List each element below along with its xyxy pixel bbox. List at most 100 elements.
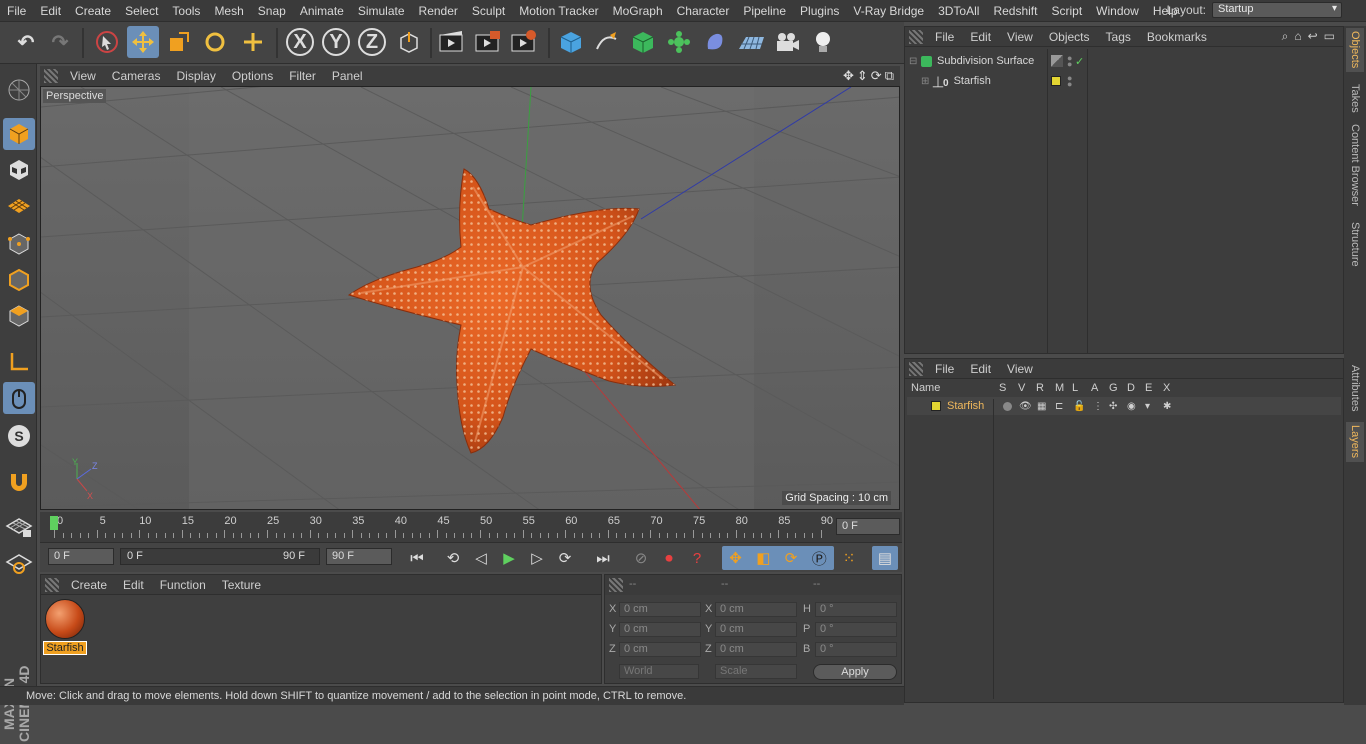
menu-mesh[interactable]: Mesh — [207, 4, 250, 18]
panel-grip-icon[interactable] — [609, 578, 623, 592]
next-frame-icon[interactable]: ▷ — [524, 546, 550, 570]
column-xref[interactable]: X — [1163, 382, 1170, 394]
solo-toggle-icon[interactable] — [1003, 401, 1012, 411]
generator-toggle-icon[interactable]: ✣ — [1109, 401, 1117, 412]
pos-z-field[interactable]: 0 cm — [619, 642, 701, 657]
tab-content-browser[interactable]: Content Browser — [1346, 122, 1364, 208]
object-row-starfish[interactable]: ⊞ ⏊0 Starfish ● ● — [921, 72, 1341, 90]
rot-b-field[interactable]: 0 ° — [815, 642, 897, 657]
workplane-mode-icon[interactable] — [3, 190, 35, 222]
viewport-menu-options[interactable]: Options — [224, 69, 281, 83]
tab-structure[interactable]: Structure — [1346, 216, 1364, 272]
menu-tools[interactable]: Tools — [165, 4, 207, 18]
layers-menu-file[interactable]: File — [927, 362, 962, 376]
column-expressions[interactable]: E — [1145, 382, 1152, 394]
layer-color-chip[interactable] — [1051, 76, 1061, 86]
move-tool-icon[interactable] — [127, 26, 159, 58]
layers-menu-edit[interactable]: Edit — [962, 362, 999, 376]
axis-mode-icon[interactable] — [3, 346, 35, 378]
pos-y-field[interactable]: 0 cm — [619, 622, 701, 637]
key-rotation-icon[interactable]: ⟳ — [785, 549, 798, 567]
back-icon[interactable]: ↩ — [1308, 29, 1318, 44]
objects-menu-view[interactable]: View — [999, 30, 1041, 44]
go-to-end-icon[interactable]: ⏭ — [590, 546, 616, 570]
coordinate-space-dropdown[interactable]: World — [619, 664, 699, 679]
visibility-dots[interactable]: ● ● — [1067, 54, 1072, 69]
view-toggle-icon[interactable]: 👁 — [1019, 401, 1032, 412]
dolly-view-icon[interactable]: ⇕ — [857, 68, 868, 84]
autokey-icon[interactable]: ⏺ — [656, 546, 682, 570]
cube-primitive-icon[interactable] — [555, 26, 587, 58]
menu-render[interactable]: Render — [412, 4, 465, 18]
pan-view-icon[interactable]: ✥ — [843, 68, 854, 84]
go-to-start-icon[interactable]: ⏮ — [404, 546, 430, 570]
panel-grip-icon[interactable] — [45, 577, 59, 592]
locked-workplane-icon[interactable] — [3, 510, 35, 542]
render-toggle-icon[interactable]: ▦ — [1037, 401, 1046, 412]
z-axis-lock-icon[interactable]: Z — [356, 26, 388, 58]
menu-window[interactable]: Window — [1089, 4, 1146, 18]
frame-range-slider[interactable]: 0 F 90 F — [120, 548, 320, 565]
subdivision-surface-icon[interactable] — [627, 26, 659, 58]
column-view[interactable]: V — [1018, 382, 1025, 394]
previous-frame-icon[interactable]: ◁ — [468, 546, 494, 570]
menu-create[interactable]: Create — [68, 4, 118, 18]
next-key-icon[interactable]: ⟳ — [552, 546, 578, 570]
tab-objects[interactable]: Objects — [1346, 28, 1364, 72]
menu-file[interactable]: File — [0, 4, 33, 18]
material-menu-texture[interactable]: Texture — [214, 578, 269, 592]
menu-simulate[interactable]: Simulate — [351, 4, 412, 18]
previous-key-icon[interactable]: ⟲ — [440, 546, 466, 570]
floor-icon[interactable] — [735, 26, 767, 58]
orbit-view-icon[interactable]: ⟳ — [871, 68, 882, 84]
rot-h-field[interactable]: 0 ° — [815, 602, 897, 617]
pos-x-field[interactable]: 0 cm — [619, 602, 701, 617]
expression-toggle-icon[interactable]: ▾ — [1145, 401, 1150, 412]
layers-menu-view[interactable]: View — [999, 362, 1041, 376]
panel-grip-icon[interactable] — [44, 69, 58, 83]
solo-mode-icon[interactable]: S — [3, 420, 35, 452]
light-icon[interactable] — [807, 26, 839, 58]
points-mode-icon[interactable] — [3, 228, 35, 260]
column-locked[interactable]: L — [1072, 382, 1078, 394]
menu-character[interactable]: Character — [670, 4, 737, 18]
record-keys-icon[interactable]: ⊘ — [628, 546, 654, 570]
rot-p-field[interactable]: 0 ° — [815, 622, 897, 637]
live-selection-icon[interactable] — [91, 26, 123, 58]
object-row-subdivision[interactable]: ⊟ Subdivision Surface ● ● ✓ — [909, 52, 1339, 70]
size-y-field[interactable]: 0 cm — [715, 622, 797, 637]
material-menu-function[interactable]: Function — [152, 578, 214, 592]
camera-icon[interactable] — [771, 26, 803, 58]
redo-icon[interactable]: ↷ — [44, 26, 76, 58]
column-name[interactable]: Name — [911, 382, 940, 394]
menu-plugins[interactable]: Plugins — [793, 4, 846, 18]
tweak-mode-icon[interactable] — [3, 382, 35, 414]
viewport-menu-panel[interactable]: Panel — [324, 69, 371, 83]
edges-mode-icon[interactable] — [3, 264, 35, 296]
material-menu-create[interactable]: Create — [63, 578, 115, 592]
viewport-menu-cameras[interactable]: Cameras — [104, 69, 169, 83]
enabled-check-icon[interactable]: ✓ — [1075, 55, 1084, 68]
layer-name[interactable]: Starfish — [947, 400, 1007, 412]
menu-mograph[interactable]: MoGraph — [606, 4, 670, 18]
viewport-menu-view[interactable]: View — [62, 69, 104, 83]
menu-motion-tracker[interactable]: Motion Tracker — [512, 4, 605, 18]
maximize-view-icon[interactable]: ⧉ — [885, 68, 894, 84]
menu-script[interactable]: Script — [1044, 4, 1089, 18]
column-deformers[interactable]: D — [1127, 382, 1135, 394]
deformer-icon[interactable] — [699, 26, 731, 58]
objects-menu-bookmarks[interactable]: Bookmarks — [1139, 30, 1215, 44]
key-scale-icon[interactable]: ◧ — [756, 549, 770, 567]
column-generators[interactable]: G — [1109, 382, 1118, 394]
rotate-tool-icon[interactable] — [199, 26, 231, 58]
render-region-icon[interactable] — [472, 26, 504, 58]
recent-tool-icon[interactable] — [237, 26, 269, 58]
menu-3dtoall[interactable]: 3DToAll — [931, 4, 986, 18]
menu-snap[interactable]: Snap — [251, 4, 293, 18]
render-view-icon[interactable] — [436, 26, 468, 58]
y-axis-lock-icon[interactable]: Y — [320, 26, 352, 58]
coordinate-mode-dropdown[interactable]: Scale — [715, 664, 797, 679]
objects-menu-file[interactable]: File — [927, 30, 962, 44]
xref-toggle-icon[interactable]: ✱ — [1163, 401, 1171, 412]
spline-pen-icon[interactable] — [591, 26, 623, 58]
